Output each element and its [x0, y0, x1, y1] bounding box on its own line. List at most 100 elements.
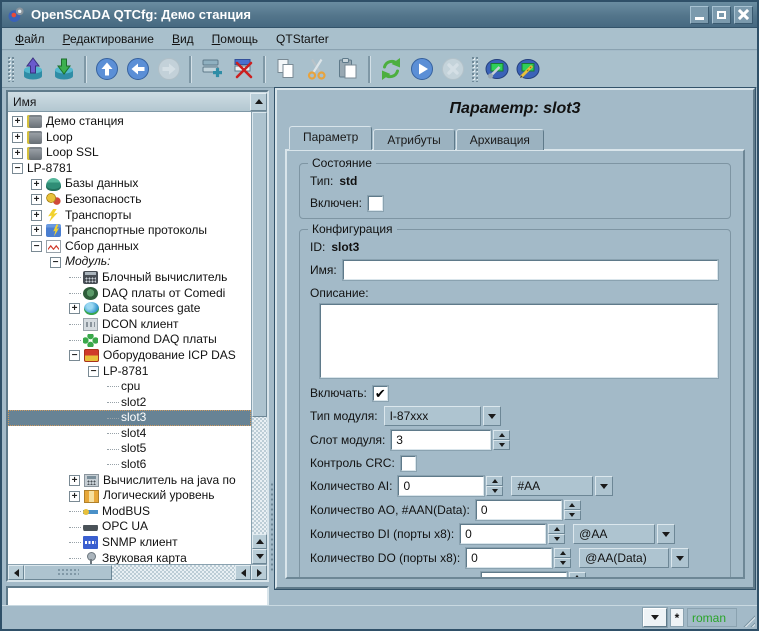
tree-item-block-calc[interactable]: Блочный вычислитель	[8, 270, 251, 286]
toolbar-handle[interactable]	[7, 56, 14, 82]
spin-up-button[interactable]	[493, 430, 510, 440]
expand-icon[interactable]	[31, 179, 42, 190]
counters-count-spinbox[interactable]: 0	[481, 572, 586, 579]
cut-item-button[interactable]	[301, 54, 332, 85]
spin-down-button[interactable]	[493, 440, 510, 450]
chevron-down-icon[interactable]	[595, 476, 613, 496]
di-mode-combo[interactable]: @AA	[573, 524, 675, 544]
tab-parameter[interactable]: Параметр	[289, 126, 372, 150]
chevron-down-icon[interactable]	[671, 548, 689, 568]
minimize-button[interactable]	[690, 6, 709, 24]
module-type-combo[interactable]: I-87xxx	[384, 406, 501, 426]
tree-item-module-group[interactable]: Модуль:	[8, 254, 251, 270]
to-enable-checkbox[interactable]	[373, 386, 388, 401]
tree-view[interactable]: Демо станция Loop Loop SSL LP-8781 Базы …	[8, 112, 251, 564]
add-item-button[interactable]	[196, 54, 227, 85]
scrollbar-thumb[interactable]	[252, 112, 267, 417]
crc-checkbox[interactable]	[401, 456, 416, 471]
spin-up-button[interactable]	[554, 548, 571, 558]
chevron-down-icon[interactable]	[657, 524, 675, 544]
spin-up-button[interactable]	[569, 572, 586, 579]
expand-icon[interactable]	[31, 225, 42, 236]
tree-item-dcon-client[interactable]: DCON клиент	[8, 317, 251, 333]
tree-item-diamond-daq[interactable]: Diamond DAQ платы	[8, 332, 251, 348]
tree-item-lp8781[interactable]: LP-8781	[8, 161, 251, 177]
ao-count-spinbox[interactable]: 0	[476, 500, 581, 520]
tree-item-data-sources-gate[interactable]: Data sources gate	[8, 301, 251, 317]
menu-file[interactable]: Файл	[6, 30, 54, 48]
chevron-down-icon[interactable]	[483, 406, 501, 426]
expand-icon[interactable]	[12, 132, 23, 143]
menu-qtstarter[interactable]: QTStarter	[267, 30, 338, 48]
enabled-checkbox[interactable]	[368, 196, 383, 211]
scroll-right-button[interactable]	[251, 565, 267, 580]
spin-down-button[interactable]	[548, 534, 565, 544]
start-button[interactable]	[406, 54, 437, 85]
expand-icon[interactable]	[69, 491, 80, 502]
tree-item-opc-ua[interactable]: OPC UA	[8, 519, 251, 535]
expand-icon[interactable]	[69, 475, 80, 486]
tree-item-transports[interactable]: Транспорты	[8, 208, 251, 224]
tree-item-data-acquisition[interactable]: Сбор данных	[8, 239, 251, 255]
tree-item-cpu[interactable]: cpu	[8, 379, 251, 395]
copy-item-button[interactable]	[270, 54, 301, 85]
refresh-button[interactable]	[375, 54, 406, 85]
status-dropdown-button[interactable]	[643, 608, 667, 627]
spin-up-button[interactable]	[486, 476, 503, 486]
tree-item-demo-station[interactable]: Демо станция	[8, 114, 251, 130]
qtstarter-configurator-button[interactable]	[481, 54, 512, 85]
tree-item-icp-das[interactable]: Оборудование ICP DAS	[8, 348, 251, 364]
tree-item-slot6[interactable]: slot6	[8, 457, 251, 473]
tree-item-logic-level[interactable]: Логический уровень	[8, 488, 251, 504]
go-up-button[interactable]	[91, 54, 122, 85]
go-back-button[interactable]	[122, 54, 153, 85]
scroll-down-button[interactable]	[252, 549, 267, 564]
tree-item-lp8781-controller[interactable]: LP-8781	[8, 364, 251, 380]
expand-icon[interactable]	[12, 116, 23, 127]
expand-icon[interactable]	[12, 148, 23, 159]
do-mode-combo[interactable]: @AA(Data)	[579, 548, 689, 568]
collapse-icon[interactable]	[69, 350, 80, 361]
tree-item-comedi[interactable]: DAQ платы от Comedi	[8, 286, 251, 302]
tree-item-security[interactable]: Безопасность	[8, 192, 251, 208]
save-to-db-button[interactable]	[48, 54, 79, 85]
close-button[interactable]	[734, 6, 753, 24]
scroll-up-button[interactable]	[252, 534, 267, 549]
scrollbar-thumb[interactable]	[24, 565, 112, 580]
tree-item-slot5[interactable]: slot5	[8, 441, 251, 457]
stop-button[interactable]	[437, 54, 468, 85]
tree-item-modbus[interactable]: ModBUS	[8, 504, 251, 520]
tree-header[interactable]: Имя	[8, 92, 267, 112]
collapse-icon[interactable]	[50, 257, 61, 268]
tab-archiving[interactable]: Архивация	[456, 129, 544, 150]
scroll-left-button[interactable]	[8, 565, 24, 580]
tree-item-loop[interactable]: Loop	[8, 130, 251, 146]
tree-item-loop-ssl[interactable]: Loop SSL	[8, 145, 251, 161]
collapse-icon[interactable]	[31, 241, 42, 252]
tree-item-databases[interactable]: Базы данных	[8, 176, 251, 192]
vertical-scrollbar[interactable]	[251, 112, 267, 564]
maximize-button[interactable]	[712, 6, 731, 24]
ai-mode-combo[interactable]: #AA	[511, 476, 613, 496]
expand-icon[interactable]	[31, 194, 42, 205]
module-slot-spinbox[interactable]: 3	[391, 430, 510, 450]
spin-down-button[interactable]	[564, 510, 581, 520]
name-input[interactable]	[343, 260, 718, 280]
paste-item-button[interactable]	[332, 54, 363, 85]
resize-grip[interactable]	[740, 612, 755, 627]
tree-item-java-calc[interactable]: Вычислитель на java по	[8, 473, 251, 489]
horizontal-scrollbar[interactable]	[8, 564, 267, 580]
tree-item-slot3[interactable]: slot3	[8, 410, 251, 426]
expand-icon[interactable]	[31, 210, 42, 221]
load-from-db-button[interactable]	[17, 54, 48, 85]
spin-down-button[interactable]	[486, 486, 503, 496]
tree-item-sound-card[interactable]: Звуковая карта	[8, 551, 251, 564]
spin-up-button[interactable]	[548, 524, 565, 534]
toolbar-handle[interactable]	[471, 56, 478, 82]
ai-count-spinbox[interactable]: 0	[398, 476, 503, 496]
menu-help[interactable]: Помощь	[203, 30, 267, 48]
star-button[interactable]: *	[670, 608, 684, 627]
menu-view[interactable]: Вид	[163, 30, 203, 48]
tree-item-slot2[interactable]: slot2	[8, 395, 251, 411]
tree-item-transport-protocols[interactable]: Транспортные протоколы	[8, 223, 251, 239]
